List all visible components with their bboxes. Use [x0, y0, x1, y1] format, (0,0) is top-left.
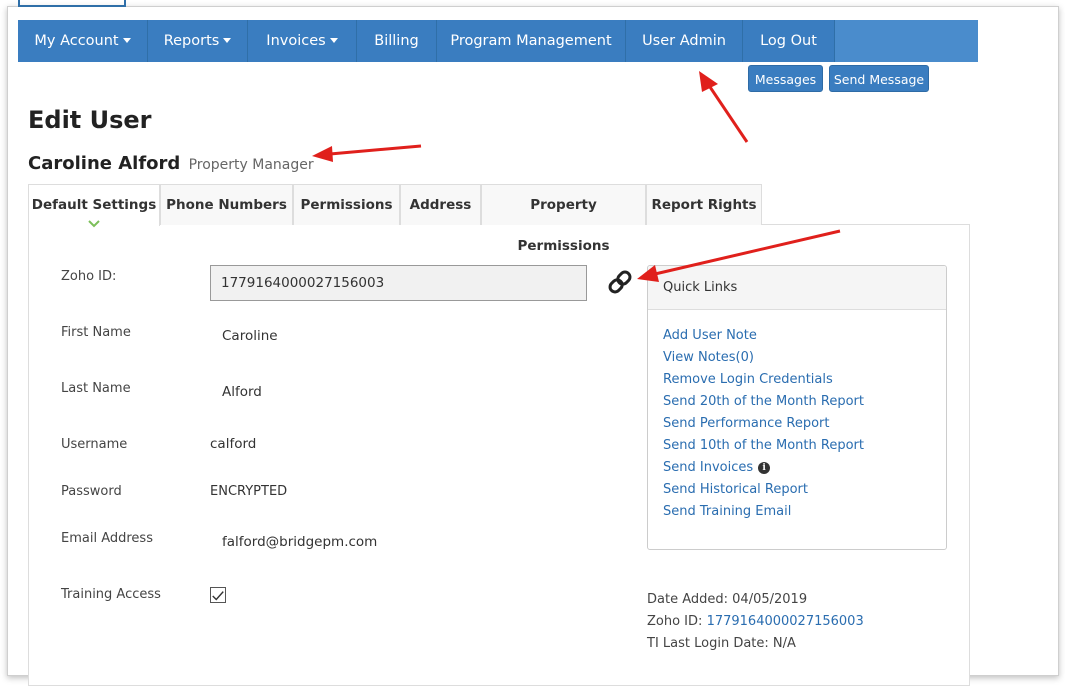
nav-invoices[interactable]: Invoices: [248, 20, 357, 62]
username-label: Username: [61, 437, 128, 452]
nav-billing-label: Billing: [374, 33, 419, 49]
quick-links-panel: Quick Links Add User Note View Notes(0) …: [647, 265, 947, 550]
training-access-label: Training Access: [61, 587, 161, 602]
tab-report-rights[interactable]: Report Rights: [646, 184, 762, 225]
zoho-id-label: Zoho ID:: [61, 269, 117, 284]
tab-property-permissions-label: Property Permissions: [517, 197, 610, 254]
send-invoices-row: Send Invoices i: [663, 460, 771, 475]
nav-user-admin-label: User Admin: [642, 33, 726, 49]
top-stub: [18, 0, 126, 7]
date-added-label: Date Added:: [647, 592, 729, 607]
chevron-down-icon: [122, 38, 131, 43]
tab-address[interactable]: Address: [400, 184, 481, 225]
meta-zoho-link[interactable]: 1779164000027156003: [707, 614, 864, 629]
date-added: Date Added: 04/05/2019: [647, 592, 807, 607]
nav-my-account-label: My Account: [34, 33, 119, 49]
view-notes-link[interactable]: View Notes(0): [663, 350, 754, 365]
last-login-label: TI Last Login Date:: [647, 636, 769, 651]
email-label: Email Address: [61, 531, 153, 546]
send-20th-report-link[interactable]: Send 20th of the Month Report: [663, 394, 864, 409]
meta-zoho-id: Zoho ID: 1779164000027156003: [647, 614, 864, 629]
remove-login-credentials-link[interactable]: Remove Login Credentials: [663, 372, 833, 387]
info-icon[interactable]: i: [758, 462, 771, 474]
first-name-label: First Name: [61, 325, 131, 340]
user-name: Caroline Alford: [28, 153, 181, 174]
link-icon[interactable]: [606, 268, 634, 296]
messages-button[interactable]: Messages: [748, 65, 823, 92]
tab-phone-numbers[interactable]: Phone Numbers: [160, 184, 293, 225]
page-title: Edit User: [28, 106, 152, 134]
meta-zoho-label: Zoho ID:: [647, 614, 703, 629]
nav-log-out-label: Log Out: [760, 33, 817, 49]
tab-default-settings-label: Default Settings: [31, 197, 157, 213]
nav-user-admin[interactable]: User Admin: [626, 20, 743, 62]
nav-program-management-label: Program Management: [450, 33, 612, 49]
tab-phone-numbers-label: Phone Numbers: [166, 197, 287, 213]
tab-report-rights-label: Report Rights: [651, 197, 757, 213]
first-name-field[interactable]: Caroline: [222, 328, 278, 344]
nav-log-out[interactable]: Log Out: [743, 20, 835, 62]
nav-program-management[interactable]: Program Management: [437, 20, 626, 62]
send-10th-report-link[interactable]: Send 10th of the Month Report: [663, 438, 864, 453]
tab-default-settings[interactable]: Default Settings: [28, 184, 160, 228]
nav-reports[interactable]: Reports: [148, 20, 248, 62]
last-name-field[interactable]: Alford: [222, 384, 262, 400]
last-login-value: N/A: [772, 636, 796, 651]
username-value: calford: [210, 436, 257, 452]
send-message-button[interactable]: Send Message: [829, 65, 929, 92]
zoho-id-input[interactable]: [210, 265, 587, 301]
tab-permissions[interactable]: Permissions: [293, 184, 400, 225]
send-training-email-link[interactable]: Send Training Email: [663, 504, 791, 519]
tab-address-label: Address: [409, 197, 472, 213]
add-user-note-link[interactable]: Add User Note: [663, 328, 757, 343]
send-invoices-link[interactable]: Send Invoices: [663, 460, 753, 475]
tab-property-permissions[interactable]: Property Permissions: [481, 184, 646, 254]
chevron-down-icon: [223, 38, 232, 43]
date-added-value: 04/05/2019: [732, 592, 808, 607]
send-historical-report-link[interactable]: Send Historical Report: [663, 482, 808, 497]
password-label: Password: [61, 484, 122, 499]
main-navbar: My Account Reports Invoices Billing Prog…: [18, 20, 978, 62]
email-field[interactable]: falford@bridgepm.com: [222, 534, 377, 550]
send-performance-report-link[interactable]: Send Performance Report: [663, 416, 829, 431]
chevron-down-icon: [88, 220, 100, 228]
chevron-down-icon: [329, 38, 338, 43]
last-name-label: Last Name: [61, 381, 131, 396]
last-login: TI Last Login Date: N/A: [647, 636, 796, 651]
checkmark-icon: [212, 591, 224, 601]
quick-links-title: Quick Links: [648, 266, 946, 310]
nav-reports-label: Reports: [163, 33, 220, 49]
training-access-checkbox[interactable]: [210, 587, 226, 603]
nav-billing[interactable]: Billing: [357, 20, 437, 62]
user-role: Property Manager: [188, 157, 314, 173]
nav-my-account[interactable]: My Account: [18, 20, 148, 62]
password-value: ENCRYPTED: [210, 484, 288, 499]
tab-permissions-label: Permissions: [300, 197, 393, 213]
user-header: Caroline Alford Property Manager: [28, 153, 314, 174]
nav-invoices-label: Invoices: [266, 33, 326, 49]
